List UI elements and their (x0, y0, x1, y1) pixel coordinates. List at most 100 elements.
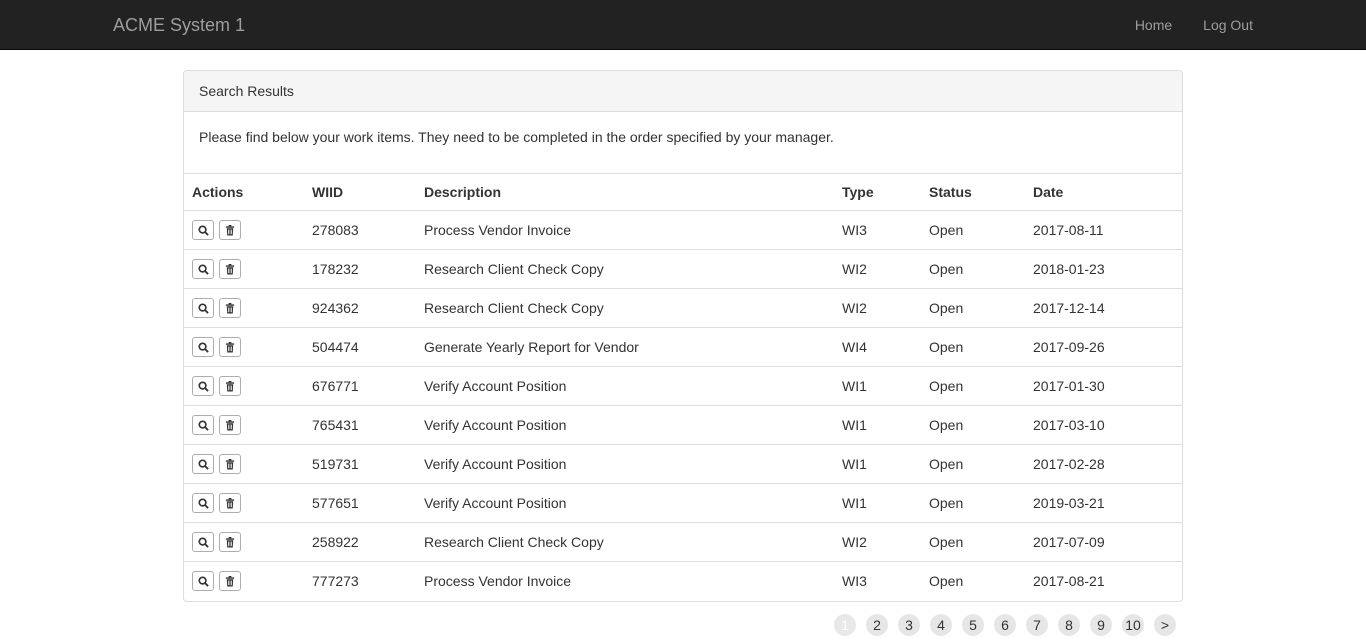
delete-button[interactable] (218, 298, 241, 318)
table-row: 258922 Research Client Check Copy WI2 Open 2… (184, 522, 1182, 562)
page-link-8[interactable]: 8 (1058, 614, 1080, 636)
page-link-9[interactable]: 9 (1090, 614, 1112, 636)
table-header-row: Actions WIID Description Type Status Dat… (184, 173, 1182, 211)
cell-wiid: 519731 (304, 444, 416, 484)
cell-wiid: 178232 (304, 249, 416, 289)
page-link-2[interactable]: 2 (866, 614, 888, 636)
cell-type: WI1 (834, 444, 921, 484)
view-button[interactable] (192, 454, 214, 474)
view-button[interactable] (192, 532, 214, 552)
cell-description: Process Vendor Invoice (416, 561, 834, 601)
cell-type: WI3 (842, 222, 867, 238)
table-body: 278083 Process Vendor Invoice WI3 Open 2017-… (184, 211, 1182, 601)
nav-logout-link[interactable]: Log Out (1172, 0, 1253, 50)
cell-description: Verify Account Position (416, 405, 834, 445)
delete-button[interactable] (218, 220, 241, 240)
view-button[interactable] (192, 415, 214, 435)
trash-icon (225, 341, 235, 353)
delete-button[interactable] (218, 493, 241, 513)
page-link-6[interactable]: 6 (994, 614, 1016, 636)
trash-icon (225, 536, 235, 548)
table-row: 765431 Verify Account Position WI1 Open 2017… (184, 405, 1182, 445)
delete-button[interactable] (218, 259, 241, 279)
cell-status: Open (921, 288, 1025, 328)
header-wiid: WIID (304, 173, 416, 211)
cell-type: WI3 (834, 561, 921, 601)
search-icon (197, 263, 209, 275)
cell-wiid: 924362 (304, 288, 416, 328)
delete-button[interactable] (218, 532, 241, 552)
cell-description: Research Client Check Copy (416, 522, 834, 562)
table-row: 519731 Verify Account Position WI1 Open 2017… (184, 444, 1182, 484)
trash-icon (225, 380, 235, 392)
search-icon (197, 536, 209, 548)
view-button[interactable] (192, 571, 214, 592)
cell-type: WI2 (834, 249, 921, 289)
brand-title[interactable]: ACME System 1 (113, 14, 245, 36)
trash-icon (225, 224, 235, 236)
view-button[interactable] (192, 493, 214, 513)
page-link-4[interactable]: 4 (930, 614, 952, 636)
cell-date: 2017-03-10 (1025, 405, 1182, 445)
header-type: Type (834, 173, 921, 211)
page-link-5[interactable]: 5 (962, 614, 984, 636)
cell-date: 2019-03-21 (1025, 483, 1182, 523)
page-next-link[interactable]: > (1154, 614, 1176, 636)
row-actions (184, 444, 304, 484)
search-icon (197, 419, 209, 431)
row-actions (184, 561, 304, 601)
nav-home-link[interactable]: Home (1104, 0, 1172, 50)
delete-button[interactable] (218, 454, 241, 474)
panel-intro-text: Please find below your work items. They … (199, 129, 834, 145)
cell-status: Open (921, 561, 1025, 601)
cell-date: 2017-08-21 (1025, 561, 1182, 601)
panel-heading: Search Results (184, 71, 1182, 112)
page-link-1[interactable]: 1 (834, 614, 856, 636)
trash-icon (225, 497, 235, 509)
delete-button[interactable] (218, 415, 241, 435)
cell-status: Open (921, 327, 1025, 367)
row-actions (184, 249, 304, 289)
view-button[interactable] (192, 259, 214, 279)
table-row: 676771 Verify Account Position WI1 Open 2017… (184, 366, 1182, 406)
cell-wiid: 577651 (304, 483, 416, 523)
cell-date: 2017-08-11 (1033, 222, 1104, 238)
page-link-3[interactable]: 3 (898, 614, 920, 636)
table-row: 504474 Generate Yearly Report for Vendor W… (184, 327, 1182, 367)
delete-button[interactable] (218, 571, 241, 592)
cell-date: 2017-01-30 (1025, 366, 1182, 406)
trash-icon (225, 419, 235, 431)
cell-type: WI1 (834, 483, 921, 523)
row-actions (184, 405, 304, 445)
row-actions (184, 211, 304, 250)
cell-description: Verify Account Position (416, 483, 834, 523)
row-actions (184, 366, 304, 406)
delete-button[interactable] (218, 337, 241, 357)
page-link-7[interactable]: 7 (1026, 614, 1048, 636)
cell-status: Open (921, 522, 1025, 562)
view-button[interactable] (192, 220, 214, 240)
view-button[interactable] (192, 298, 214, 318)
cell-wiid: 777273 (304, 561, 416, 601)
search-icon (197, 497, 209, 509)
header-date: Date (1025, 173, 1182, 211)
top-navbar: ACME System 1 Home Log Out (0, 0, 1366, 50)
cell-date: 2017-09-26 (1025, 327, 1182, 367)
cell-description: Research Client Check Copy (416, 288, 834, 328)
cell-status: Open (921, 405, 1025, 445)
cell-description: Verify Account Position (416, 444, 834, 484)
view-button[interactable] (192, 337, 214, 357)
cell-status: Open (921, 483, 1025, 523)
cell-status: Open (921, 444, 1025, 484)
view-button[interactable] (192, 376, 214, 396)
search-icon (197, 302, 209, 314)
nav-links: Home Log Out (1104, 0, 1253, 50)
trash-icon (225, 575, 235, 587)
trash-icon (225, 263, 235, 275)
table-row: 577651 Verify Account Position WI1 Open 2019… (184, 483, 1182, 523)
search-icon (197, 458, 209, 470)
cell-type: WI1 (834, 405, 921, 445)
row-actions (184, 327, 304, 367)
page-link-10[interactable]: 10 (1122, 614, 1144, 636)
delete-button[interactable] (218, 376, 241, 396)
